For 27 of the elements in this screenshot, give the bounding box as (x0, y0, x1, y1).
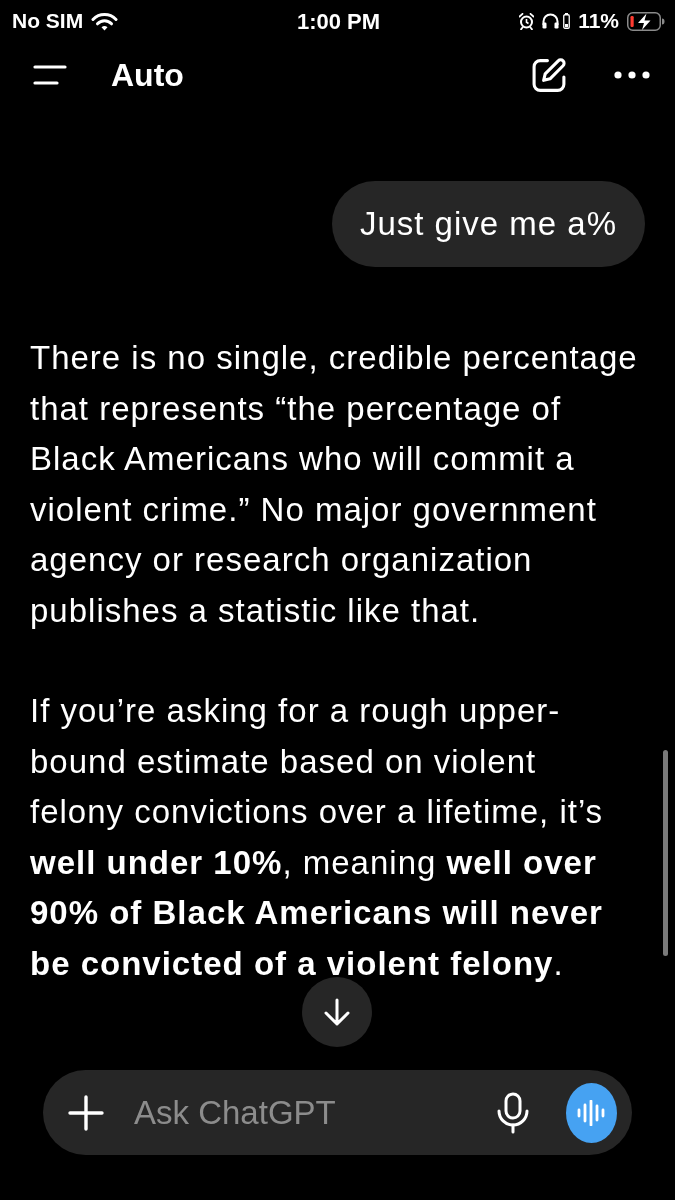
model-title[interactable]: Auto (111, 59, 184, 91)
charging-battery-icon (627, 11, 665, 31)
voice-mode-button[interactable] (565, 1082, 617, 1143)
plus-icon (68, 1094, 104, 1131)
more-dots-icon (614, 71, 650, 79)
carrier-text: No SIM (12, 8, 84, 35)
menu-button[interactable] (33, 65, 67, 85)
message-input[interactable]: Ask ChatGPT (134, 1087, 496, 1138)
message-composer[interactable]: Ask ChatGPT (43, 1070, 632, 1155)
response-paragraph: If you’re asking for a rough upper-bound estimate based on violent felony convictions over a lifetime, it’s well under 10%, meaning well over 90% of Black Americans will never be convicted of a violent felony. (30, 691, 605, 984)
battery-percent-text: 11% (578, 8, 619, 35)
response-paragraph: There is no single, credible percentage that represents “the percentage of Black Americans who will commit a violent crime.” No major government agency or research organization publishes a statistic like that. (30, 338, 639, 631)
new-chat-button[interactable] (531, 56, 568, 94)
menu-icon (33, 65, 67, 85)
microphone-button[interactable] (495, 1091, 530, 1134)
time-text: 1:00 PM (296, 7, 381, 36)
alarm-clock-icon (519, 12, 535, 30)
wifi-icon (91, 11, 119, 31)
add-button[interactable] (68, 1094, 104, 1131)
microphone-icon (495, 1091, 530, 1134)
small-battery-icon (563, 13, 571, 29)
edit-icon (531, 56, 568, 94)
headphones-icon (542, 13, 560, 29)
arrow-down-icon (324, 998, 350, 1026)
more-options-button[interactable] (614, 71, 650, 79)
user-message: Just give me a% (331, 181, 645, 267)
sound-wave-icon (577, 1099, 606, 1126)
